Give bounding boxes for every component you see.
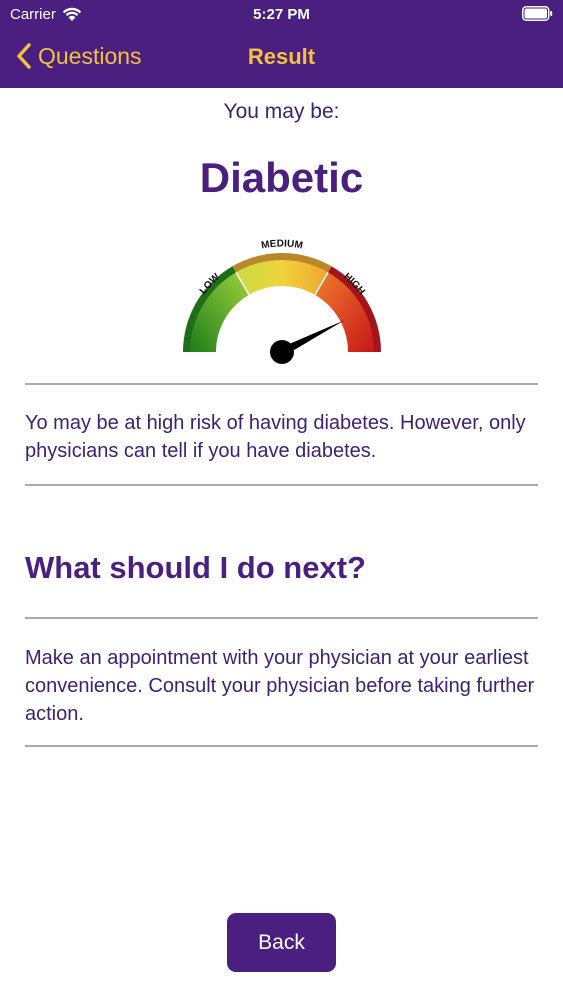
result-title: Diabetic	[199, 154, 364, 201]
divider	[25, 383, 538, 385]
risk-gauge: LOW MEDIUM HIGH	[183, 238, 381, 364]
gauge-needle	[270, 320, 345, 364]
divider	[25, 617, 538, 619]
result-intro: You may be:	[223, 100, 340, 123]
status-time: 5:27 PM	[253, 6, 310, 23]
gauge-needle-hub	[270, 340, 294, 364]
gauge-label-medium: MEDIUM	[260, 238, 303, 251]
result-screen: Carrier 5:27 PM Questions Result You may…	[0, 0, 563, 1000]
nav-title: Result	[247, 44, 316, 69]
top-bar: Carrier 5:27 PM Questions Result	[0, 0, 563, 88]
divider	[25, 484, 538, 486]
risk-description: Yo may be at high risk of having diabete…	[25, 412, 526, 462]
status-bar: Carrier 5:27 PM	[0, 0, 563, 30]
next-steps-heading: What should I do next?	[25, 550, 366, 585]
battery-icon	[522, 6, 553, 21]
gauge-segments	[183, 253, 381, 352]
navigation-bar: Questions Result	[0, 30, 563, 86]
next-steps-text: Make an appointment with your physician …	[25, 647, 535, 725]
divider	[25, 745, 538, 747]
back-button[interactable]: Back	[227, 913, 336, 972]
